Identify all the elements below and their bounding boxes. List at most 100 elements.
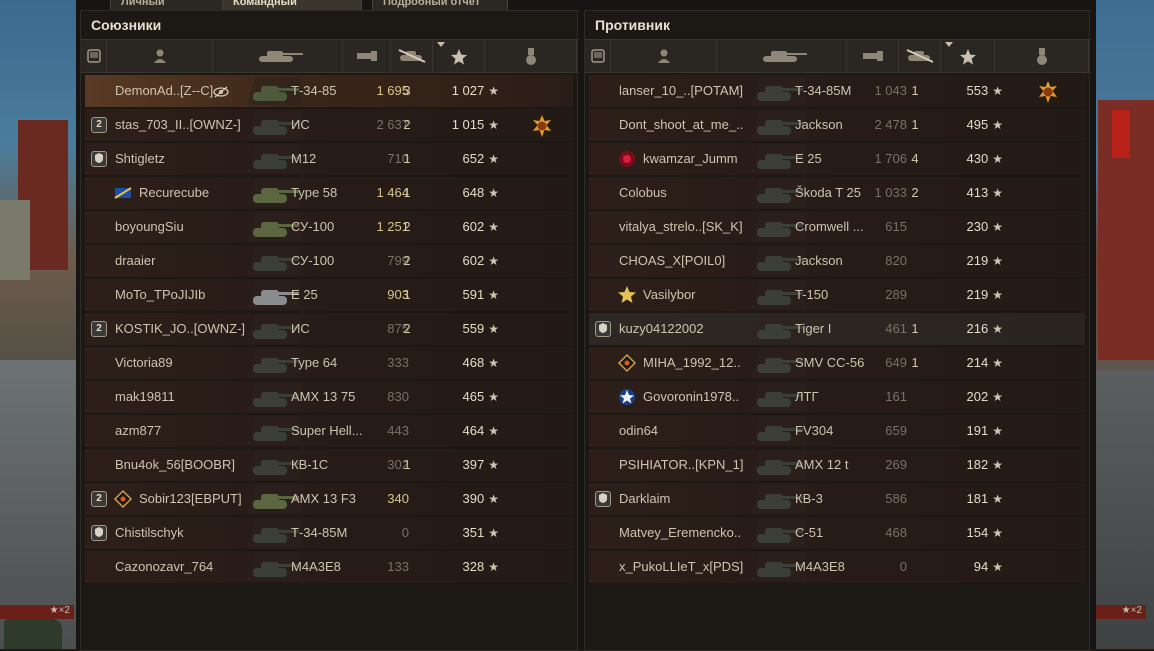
table-row[interactable]: MoTo_TPoJIJIb E 25 903 1 591 ★ [85,279,573,311]
column-header-damage[interactable] [847,40,899,72]
orange-medal-icon[interactable] [1037,81,1059,103]
table-row[interactable]: Chistilschyk Т-34-85M 0 351 ★ [85,517,573,549]
table-row[interactable]: azm877 Super Hell... 443 464 ★ [85,415,573,447]
table-row[interactable]: x_PukoLLIeT_x[PDS] M4A3E8 0 94 ★ [589,551,1085,583]
player-name[interactable]: azm877 [115,415,245,447]
xp-star-icon: ★ [488,458,499,472]
platoon-badge: 2 [91,321,107,337]
player-name[interactable]: Darklaim [619,483,749,515]
vehicle-name: Type 64 [291,355,338,370]
player-name[interactable]: boyoungSiu [115,211,245,243]
column-header-medal[interactable] [995,40,1089,72]
xp-star-icon: ★ [992,560,1003,574]
table-row[interactable]: Darklaim КВ-3 586 181 ★ [589,483,1085,515]
player-name[interactable]: MoTo_TPoJIJIb [115,279,245,311]
table-row[interactable]: draaier СУ-100 799 2 602 ★ [85,245,573,277]
table-row[interactable]: Vasilybor T-150 289 219 ★ [589,279,1085,311]
player-name[interactable]: Chistilschyk [115,517,245,549]
table-row[interactable]: 2 Sobir123[EBPUT] AMX 13 F3 340 390 ★ [85,483,573,515]
table-row[interactable]: DemonAd..[Z--C] Т-34-85 1 695 3 1 027 ★ [85,75,573,107]
player-name[interactable]: Shtigletz [115,143,245,175]
player-name[interactable]: Cazonozavr_764 [115,551,245,583]
column-header-xp-star[interactable] [433,40,485,72]
table-row[interactable]: Victoria89 Type 64 333 468 ★ [85,347,573,379]
table-row[interactable]: Recurecube Type 58 1 464 1 648 ★ [85,177,573,209]
player-name[interactable]: kuzy04122002 [619,313,749,345]
player-name[interactable]: Victoria89 [115,347,245,379]
xp-number: 559 [462,321,485,336]
table-row[interactable]: Colobus Škoda T 25 1 033 2 413 ★ [589,177,1085,209]
eye-icon [213,75,229,107]
xp-number: 230 [966,219,989,234]
orange-medal-icon[interactable] [531,115,553,137]
frags-value [903,517,927,549]
table-row[interactable]: CHOAS_X[POIL0] Jackson 820 219 ★ [589,245,1085,277]
xp-number: 191 [966,423,989,438]
column-header-frags[interactable] [899,40,941,72]
frags-icon [904,48,936,69]
table-row[interactable]: odin64 FV304 659 191 ★ [589,415,1085,447]
table-row[interactable]: kwamzar_Jumm E 25 1 706 4 430 ★ [589,143,1085,175]
column-header-xp-star[interactable] [941,40,995,72]
player-name[interactable]: Colobus [619,177,749,209]
table-row[interactable]: vitalya_strelo..[SK_K] Cromwell ... 615 230… [589,211,1085,243]
enemies-team: Противник lanser_10_..[POTAM] Т-34-85M 1 0… [584,10,1090,651]
table-row[interactable]: boyoungSiu СУ-100 1 251 2 602 ★ [85,211,573,243]
table-row[interactable]: Dont_shoot_at_me_.. Jackson 2 478 1 495 ★ [589,109,1085,141]
player-name[interactable]: kwamzar_Jumm [643,143,753,175]
player-name[interactable]: PSIHIATOR..[KPN_1] [619,449,749,481]
player-name[interactable]: Recurecube [139,177,249,209]
xp-number: 182 [966,457,989,472]
blue-star-emblem-icon [617,387,637,407]
player-name[interactable]: x_PukoLLIeT_x[PDS] [619,551,749,583]
player-name[interactable]: MIHA_1992_12.. [643,347,753,379]
player-name[interactable]: Bnu4ok_56[BOOBR] [115,449,245,481]
xp-value: 230 ★ [951,211,1003,243]
xp-number: 430 [966,151,989,166]
column-header-platoon[interactable] [81,40,107,72]
platoon-icon [591,48,605,69]
table-row[interactable]: 2 KOSTIK_JO..[OWNZ-] ИС 875 2 559 ★ [85,313,573,345]
vehicle-name: ИС [291,321,310,336]
table-row[interactable]: lanser_10_..[POTAM] Т-34-85M 1 043 1 553 ★ [589,75,1085,107]
player-name[interactable]: KOSTIK_JO..[OWNZ-] [115,313,245,345]
player-name[interactable]: CHOAS_X[POIL0] [619,245,749,277]
column-header-damage[interactable] [343,40,391,72]
column-header-frags[interactable] [391,40,433,72]
table-row[interactable]: Govoronin1978.. ЛТГ 161 202 ★ [589,381,1085,413]
player-name[interactable]: Matvey_Eremencko.. [619,517,749,549]
xp-number: 219 [966,287,989,302]
player-name[interactable]: vitalya_strelo..[SK_K] [619,211,749,243]
player-name[interactable]: mak19811 [115,381,245,413]
table-row[interactable]: kuzy04122002 Tiger I 461 1 216 ★ [589,313,1085,345]
player-name[interactable]: lanser_10_..[POTAM] [619,75,749,107]
table-row[interactable]: Matvey_Eremencko.. С-51 468 154 ★ [589,517,1085,549]
column-header-player[interactable] [611,40,717,72]
column-header-platoon[interactable] [585,40,611,72]
player-name[interactable]: Vasilybor [643,279,753,311]
table-row[interactable]: Shtigletz M12 710 1 652 ★ [85,143,573,175]
player-name[interactable]: draaier [115,245,245,277]
player-name[interactable]: odin64 [619,415,749,447]
column-header-vehicle[interactable] [717,40,847,72]
player-name[interactable]: Govoronin1978.. [643,381,753,413]
column-header-vehicle[interactable] [213,40,343,72]
table-row[interactable]: Bnu4ok_56[BOOBR] КВ-1С 302 1 397 ★ [85,449,573,481]
player-name[interactable]: Sobir123[EBPUT] [139,483,249,515]
battle-results-panel: Личный результат Командный результат Под… [76,0,1096,651]
column-header-medal[interactable] [485,40,577,72]
table-row[interactable]: MIHA_1992_12.. SMV CC-56 649 1 214 ★ [589,347,1085,379]
table-row[interactable]: PSIHIATOR..[KPN_1] AMX 12 t 269 182 ★ [589,449,1085,481]
xp-star-icon: ★ [488,254,499,268]
table-row[interactable]: Cazonozavr_764 M4A3E8 133 328 ★ [85,551,573,583]
table-row[interactable]: 2 stas_703_II..[OWNZ-] ИС 2 637 2 1 015 ★ [85,109,573,141]
xp-star-icon: ★ [488,152,499,166]
player-name[interactable]: stas_703_II..[OWNZ-] [115,109,245,141]
xp-number: 390 [462,491,485,506]
player-name[interactable]: Dont_shoot_at_me_.. [619,109,749,141]
xp-number: 397 [462,457,485,472]
column-header-player[interactable] [107,40,213,72]
background-flag [1112,110,1130,158]
xp-star-icon [450,48,468,71]
table-row[interactable]: mak19811 AMX 13 75 830 465 ★ [85,381,573,413]
